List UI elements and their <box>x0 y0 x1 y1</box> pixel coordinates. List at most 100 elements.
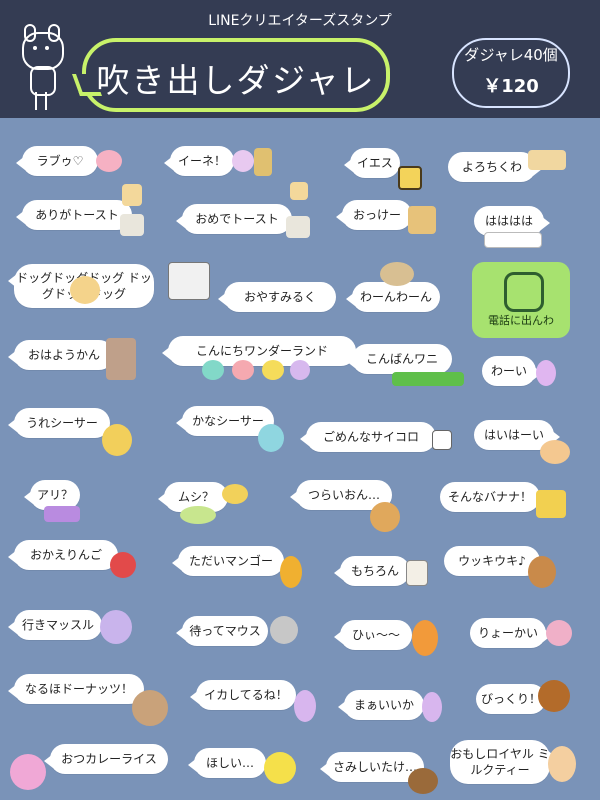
shisa-icon <box>102 424 132 456</box>
sticker-label: ありがトースト <box>35 208 119 222</box>
sticker-bubble[interactable]: ほしい… <box>188 748 266 778</box>
header-banner: LINEクリエイターズスタンプ 吹き出しダジャレ ダジャレ40個 ￥120 <box>0 0 600 118</box>
brand-label: LINEクリエイターズスタンプ <box>208 13 392 29</box>
creature-icon <box>262 360 284 380</box>
page-title: 吹き出しダジャレ <box>96 61 376 100</box>
dog-icon <box>70 276 100 304</box>
sticker-label: こんにちワンダーランド <box>195 344 328 358</box>
star-icon <box>264 752 296 784</box>
sticker-bubble[interactable]: 行きマッスル <box>8 610 102 640</box>
sticker-label: おかえりんご <box>29 548 102 562</box>
mango-icon <box>280 556 302 588</box>
sticker-bubble[interactable]: こんにちワンダーランド <box>162 336 356 366</box>
sticker-label: 待ってマウス <box>189 624 261 638</box>
sticker-label: おはようかん <box>27 348 100 362</box>
sticker-label: びっくり！ <box>480 692 541 706</box>
shell-icon <box>546 620 572 646</box>
toast-icon <box>290 182 308 200</box>
price-label: ￥120 <box>483 76 539 97</box>
ant-icon <box>44 506 80 522</box>
sticker-label: おもしロイヤル ミルクティー <box>450 747 550 777</box>
sticker-label: ラブゥ♡ <box>36 154 84 168</box>
sticker-label: イカしてるね！ <box>204 688 288 702</box>
sticker-label: イエス <box>357 156 393 170</box>
teeth-icon <box>484 232 542 248</box>
phone-sticker[interactable]: 電話に出んわ <box>472 262 570 338</box>
sticker-bubble[interactable]: びっくり！ <box>476 684 552 714</box>
sticker-bubble[interactable]: なるほドーナッツ！ <box>8 674 144 704</box>
sticker-bubble[interactable]: イーネ！ <box>164 146 234 176</box>
fire-icon <box>412 620 438 656</box>
mochi-icon <box>406 560 428 586</box>
sticker-label: わーい <box>490 364 527 378</box>
yokan-character-icon <box>106 338 136 380</box>
caterpillar-icon <box>180 506 216 524</box>
sticker-bubble[interactable]: こんばんワニ <box>346 344 452 374</box>
cat-cheer-icon <box>536 360 556 386</box>
sticker-bubble[interactable]: イエス <box>344 148 400 178</box>
donut-icon <box>132 690 168 726</box>
sticker-label: 電話に出んわ <box>488 314 554 327</box>
toast-icon <box>122 184 142 206</box>
sticker-label: 行きマッスル <box>21 618 94 632</box>
sticker-label: まぁいいか <box>353 698 414 712</box>
wheat-icon <box>254 148 272 176</box>
squid-icon <box>422 692 442 722</box>
sticker-bubble[interactable]: ひぃ〜〜 <box>334 620 412 650</box>
sticker-bubble[interactable]: ごめんなサイコロ <box>300 422 436 452</box>
chestnut-icon <box>538 680 570 712</box>
sticker-bubble[interactable]: わーんわーん <box>346 282 440 312</box>
title-bubble: 吹き出しダジャレ <box>71 38 390 112</box>
house-icon <box>398 166 422 190</box>
telephone-icon <box>504 272 544 312</box>
sticker-bubble[interactable]: ありがトースト <box>16 200 132 230</box>
sticker-bubble[interactable]: おはようかん <box>8 340 114 370</box>
creature-icon <box>232 360 254 380</box>
monkey-icon <box>528 556 556 588</box>
sticker-bubble[interactable]: ただいマンゴー <box>172 546 284 576</box>
banana-icon <box>536 490 566 518</box>
sticker-bubble[interactable]: おっけー <box>336 200 412 230</box>
lion-icon <box>370 502 400 532</box>
sticker-label: おめでトースト <box>195 212 279 226</box>
cow-icon <box>168 262 210 300</box>
toaster-icon <box>286 216 310 238</box>
sticker-bubble[interactable]: ウッキウキ♪ <box>444 546 546 576</box>
sticker-bubble[interactable]: イカしてるね！ <box>190 680 296 710</box>
sticker-bubble[interactable]: そんなバナナ！ <box>440 482 546 512</box>
sticker-bubble[interactable]: りょーかい <box>470 618 552 648</box>
dice-icon <box>432 430 452 450</box>
sticker-bubble[interactable]: よろちくわ <box>448 152 542 182</box>
mouse-icon <box>270 616 298 644</box>
apple-icon <box>110 552 136 578</box>
sticker-label: よろちくわ <box>461 160 522 174</box>
sticker-label: そんなバナナ！ <box>447 490 532 504</box>
bee-icon <box>222 484 248 504</box>
sticker-label: ひぃ〜〜 <box>351 628 400 642</box>
sticker-bubble[interactable]: おもしロイヤル ミルクティー <box>450 740 556 784</box>
sticker-label: りょーかい <box>477 626 538 640</box>
sticker-label: もちろん <box>350 564 399 578</box>
sticker-bubble[interactable]: まぁいいか <box>338 690 424 720</box>
sticker-bubble[interactable]: 待ってマウス <box>176 616 268 646</box>
pig-icon <box>96 150 122 172</box>
shisa-sad-icon <box>258 424 284 452</box>
sticker-label: おやすみるく <box>243 290 316 304</box>
sticker-bubble[interactable]: もちろん <box>334 556 410 586</box>
sticker-bubble[interactable]: ラブゥ♡ <box>16 146 98 176</box>
sticker-bubble[interactable]: おやすみるく <box>218 282 336 312</box>
sticker-bubble[interactable]: おつカレーライス <box>44 744 168 774</box>
sticker-bubble[interactable]: おめでトースト <box>176 204 292 234</box>
sticker-label: なるほドーナッツ！ <box>24 682 133 696</box>
baby-icon <box>540 440 570 464</box>
sticker-label: おっけー <box>352 208 401 222</box>
toaster-icon <box>120 214 144 236</box>
sticker-label: ごめんなサイコロ <box>322 430 419 444</box>
sticker-bubble[interactable]: うれシーサー <box>8 408 110 438</box>
sticker-bubble[interactable]: わーい <box>482 356 542 386</box>
price-count-label: ダジャレ40個 <box>464 46 558 64</box>
sticker-label: イーネ！ <box>177 154 226 168</box>
ghost-icon <box>290 360 310 380</box>
sticker-bubble[interactable]: おかえりんご <box>8 540 118 570</box>
sticker-label: わーんわーん <box>359 290 432 304</box>
